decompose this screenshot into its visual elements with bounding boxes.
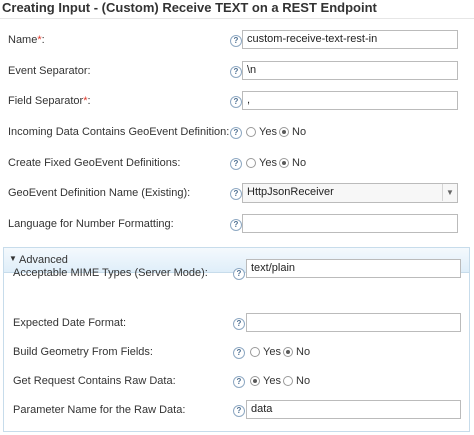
help-icon[interactable]: ? [233, 347, 245, 359]
raw-param-row: Parameter Name for the Raw Data: ? data [0, 400, 474, 422]
incoming-geoevent-label: Incoming Data Contains GeoEvent Definiti… [8, 126, 230, 138]
name-row: Name*: ? custom-receive-text-rest-in [0, 30, 474, 52]
help-icon[interactable]: ? [230, 96, 242, 108]
yes-label: Yes [259, 126, 277, 138]
page-title: Creating Input - (Custom) Receive TEXT o… [2, 0, 377, 15]
geoevent-def-selected-value: HttpJsonReceiver [247, 186, 334, 198]
label-colon: : [41, 34, 45, 46]
raw-data-label: Get Request Contains Raw Data: [13, 375, 176, 387]
mime-types-value-layer: text/plain [0, 259, 474, 281]
create-fixed-no-radio[interactable] [279, 158, 289, 168]
date-format-input[interactable] [246, 313, 461, 332]
create-fixed-yes-radio[interactable] [246, 158, 256, 168]
language-row: Language for Number Formatting: ? [0, 214, 474, 236]
create-fixed-row: Create Fixed GeoEvent Definitions: ? Yes… [0, 153, 474, 175]
build-geometry-row: Build Geometry From Fields: ? Yes No [0, 342, 474, 364]
help-icon[interactable]: ? [230, 127, 242, 139]
field-separator-label: Field Separator*: [8, 95, 91, 107]
no-label: No [296, 375, 311, 387]
name-input[interactable]: custom-receive-text-rest-in [242, 30, 458, 49]
title-divider [0, 18, 474, 19]
help-icon[interactable]: ? [230, 219, 242, 231]
help-icon[interactable]: ? [230, 66, 242, 78]
no-label: No [292, 157, 307, 169]
geoevent-def-row: GeoEvent Definition Name (Existing): ? H… [0, 183, 474, 205]
yes-label: Yes [259, 157, 277, 169]
build-geometry-yes-radio[interactable] [250, 347, 260, 357]
raw-param-label: Parameter Name for the Raw Data: [13, 404, 186, 416]
raw-data-row: Get Request Contains Raw Data: ? Yes No [0, 371, 474, 393]
event-separator-input[interactable]: \n [242, 61, 458, 80]
help-icon[interactable]: ? [230, 35, 242, 47]
field-separator-label-text: Field Separator [8, 95, 84, 107]
event-separator-row: Event Separator: ? \n [0, 61, 474, 83]
incoming-geoevent-no-radio[interactable] [279, 127, 289, 137]
mime-types-value[interactable]: text/plain [246, 259, 461, 278]
date-format-row: Expected Date Format: ? [0, 313, 474, 335]
help-icon[interactable]: ? [233, 376, 245, 388]
event-separator-label: Event Separator: [8, 65, 91, 77]
no-label: No [296, 346, 311, 358]
language-label: Language for Number Formatting: [8, 218, 174, 230]
geoevent-def-label: GeoEvent Definition Name (Existing): [8, 187, 191, 199]
yes-label: Yes [263, 346, 281, 358]
field-separator-row: Field Separator*: ? , [0, 91, 474, 113]
build-geometry-label: Build Geometry From Fields: [13, 346, 153, 358]
help-icon[interactable]: ? [230, 188, 242, 200]
field-separator-input[interactable]: , [242, 91, 458, 110]
incoming-geoevent-yes-radio[interactable] [246, 127, 256, 137]
help-icon[interactable]: ? [230, 158, 242, 170]
date-format-label: Expected Date Format: [13, 317, 127, 329]
build-geometry-no-radio[interactable] [283, 347, 293, 357]
no-label: No [292, 126, 307, 138]
raw-data-no-radio[interactable] [283, 376, 293, 386]
geoevent-def-select[interactable]: HttpJsonReceiver ▼ [242, 183, 458, 203]
raw-data-yes-radio[interactable] [250, 376, 260, 386]
yes-label: Yes [263, 375, 281, 387]
create-fixed-label: Create Fixed GeoEvent Definitions: [8, 157, 181, 169]
help-icon[interactable]: ? [233, 405, 245, 417]
help-icon[interactable]: ? [233, 318, 245, 330]
raw-param-input[interactable]: data [246, 400, 461, 419]
label-colon: : [87, 95, 91, 107]
name-label-text: Name [8, 34, 38, 46]
chevron-down-icon[interactable]: ▼ [442, 184, 457, 201]
incoming-geoevent-row: Incoming Data Contains GeoEvent Definiti… [0, 122, 474, 144]
language-input[interactable] [242, 214, 458, 233]
name-label: Name*: [8, 34, 45, 46]
